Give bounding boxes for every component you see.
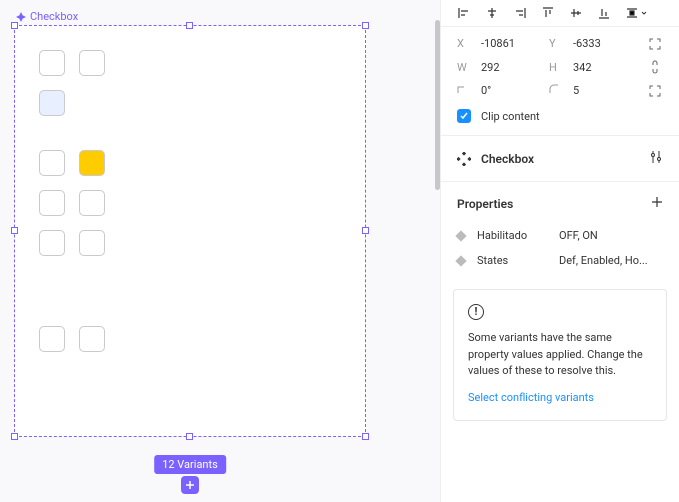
canvas-area[interactable]: Checkbox — [0, 0, 440, 502]
resize-handle-tm[interactable] — [186, 22, 193, 29]
resize-handle-br[interactable] — [362, 433, 369, 440]
conflict-warning-card: ! Some variants have the same property v… — [453, 289, 667, 421]
warning-text: Some variants have the same property val… — [468, 330, 652, 380]
add-property-button[interactable] — [651, 196, 663, 211]
align-vcenter-icon[interactable] — [569, 6, 583, 20]
variant-grid-bottom — [39, 326, 341, 352]
property-name: Habilitado — [477, 229, 547, 242]
variant-property-icon — [455, 230, 466, 241]
rotation-icon — [457, 84, 471, 97]
resize-handle-bm[interactable] — [186, 433, 193, 440]
component-label-text: Checkbox — [30, 10, 78, 23]
reset-size-icon[interactable] — [647, 38, 663, 50]
resize-handle-tl[interactable] — [11, 22, 18, 29]
y-value[interactable]: -6333 — [573, 37, 601, 50]
scrollbar[interactable] — [435, 20, 440, 190]
variant-box[interactable] — [79, 326, 105, 352]
variant-grid — [39, 50, 341, 256]
variant-box[interactable] — [79, 190, 105, 216]
selection-frame[interactable]: 12 Variants — [14, 25, 366, 437]
variant-box[interactable] — [79, 50, 105, 76]
variant-set-icon — [16, 12, 26, 22]
clip-content-label: Clip content — [481, 110, 540, 123]
align-left-icon[interactable] — [457, 6, 471, 20]
property-row[interactable]: Habilitado OFF, ON — [457, 223, 663, 248]
variant-box[interactable] — [79, 150, 105, 176]
variant-set-icon — [457, 152, 471, 166]
plus-icon — [185, 480, 195, 490]
select-conflicting-link[interactable]: Select conflicting variants — [468, 390, 652, 407]
variant-box[interactable] — [39, 90, 65, 116]
properties-section: Properties Habilitado OFF, ON States Def… — [441, 182, 679, 283]
align-right-icon[interactable] — [513, 6, 527, 20]
clip-content-checkbox[interactable] — [457, 109, 471, 123]
variant-property-icon — [455, 255, 466, 266]
resize-handle-mr[interactable] — [362, 227, 369, 234]
variant-box[interactable] — [39, 50, 65, 76]
property-row[interactable]: States Def, Enabled, Ho... — [457, 248, 663, 273]
h-value[interactable]: 342 — [573, 61, 592, 74]
w-label: W — [457, 61, 471, 74]
resize-handle-bl[interactable] — [11, 433, 18, 440]
variants-count-badge: 12 Variants — [154, 455, 226, 474]
component-title: Checkbox — [481, 152, 639, 166]
resize-handle-tr[interactable] — [362, 22, 369, 29]
chevron-down-icon — [641, 10, 647, 16]
y-label: Y — [549, 37, 563, 50]
alignment-toolbar — [441, 0, 679, 26]
warning-icon: ! — [468, 304, 484, 320]
component-settings-icon[interactable] — [649, 150, 663, 167]
property-value: Def, Enabled, Ho... — [559, 254, 663, 267]
independent-corners-icon[interactable] — [647, 85, 663, 97]
inspector-panel: X -10861 Y -6333 W 292 H 342 0° 5 Clip conte… — [440, 0, 679, 502]
properties-title: Properties — [457, 197, 513, 211]
resize-handle-ml[interactable] — [11, 227, 18, 234]
radius-icon — [549, 84, 563, 97]
rotation-value[interactable]: 0° — [481, 84, 491, 97]
variant-box[interactable] — [39, 190, 65, 216]
align-hcenter-icon[interactable] — [485, 6, 499, 20]
variant-box[interactable] — [39, 150, 65, 176]
radius-value[interactable]: 5 — [573, 84, 579, 97]
x-label: X — [457, 37, 471, 50]
add-variant-button[interactable] — [181, 476, 199, 494]
constrain-proportions-icon[interactable] — [647, 60, 663, 74]
property-name: States — [477, 254, 547, 267]
align-bottom-icon[interactable] — [597, 6, 611, 20]
h-label: H — [549, 61, 563, 74]
x-value[interactable]: -10861 — [481, 37, 515, 50]
variant-box[interactable] — [39, 326, 65, 352]
variant-box[interactable] — [39, 230, 65, 256]
component-section: Checkbox — [441, 136, 679, 181]
align-top-icon[interactable] — [541, 6, 555, 20]
position-section: X -10861 Y -6333 W 292 H 342 0° 5 Clip conte… — [441, 27, 679, 135]
distribute-icon[interactable] — [625, 6, 647, 20]
property-value: OFF, ON — [559, 229, 663, 242]
w-value[interactable]: 292 — [481, 61, 500, 74]
variant-box[interactable] — [79, 230, 105, 256]
